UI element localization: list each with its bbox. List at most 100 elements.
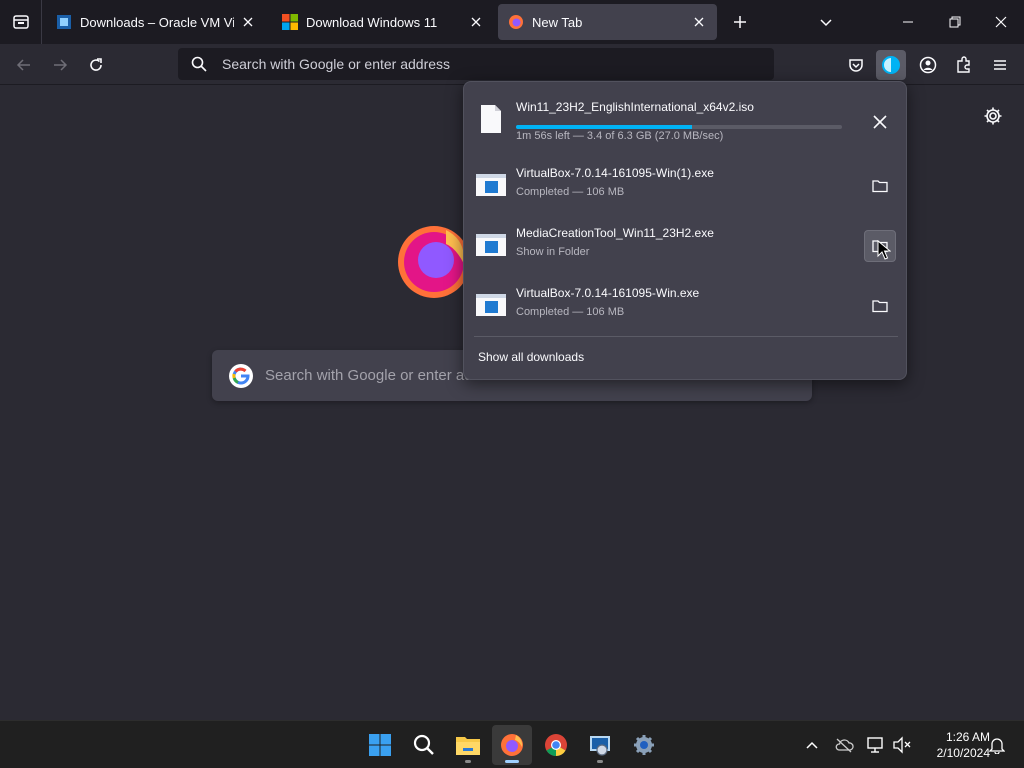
network-icon: [867, 737, 883, 753]
chevron-up-icon: [806, 741, 818, 749]
taskbar-firefox[interactable]: [492, 725, 532, 765]
onedrive-tray-button[interactable]: [832, 733, 856, 757]
file-icon: [481, 105, 501, 133]
settings-icon: [634, 735, 654, 755]
url-input[interactable]: [222, 56, 722, 72]
hamburger-menu-icon: [994, 60, 1006, 70]
firefox-view-button[interactable]: [0, 0, 42, 44]
tab-title: Download Windows 11: [306, 14, 438, 30]
taskbar-search-button[interactable]: [404, 725, 444, 765]
firefox-icon: [509, 15, 523, 29]
close-tab-button[interactable]: [240, 14, 256, 30]
download-item[interactable]: Win11_23H2_EnglishInternational_x64v2.is…: [464, 90, 906, 148]
volume-muted-icon: [893, 736, 911, 754]
taskbar-virtualbox[interactable]: [580, 725, 620, 765]
download-file-icon-wrap: [474, 288, 508, 322]
tab-virtualbox-downloads[interactable]: Downloads – Oracle VM VirtualBox: [46, 4, 266, 40]
download-item[interactable]: MediaCreationTool_Win11_23H2.exe Show in…: [464, 216, 906, 274]
download-status: Completed — 106 MB: [516, 306, 625, 318]
exe-icon: [476, 234, 506, 256]
running-indicator: [597, 760, 603, 763]
download-item[interactable]: VirtualBox-7.0.14-161095-Win.exe Complet…: [464, 276, 906, 334]
close-icon: [995, 16, 1007, 28]
start-button[interactable]: [360, 725, 400, 765]
exe-icon: [476, 294, 506, 316]
volume-tray-button[interactable]: [890, 733, 914, 757]
tab-new-tab[interactable]: New Tab: [498, 4, 717, 40]
virtualbox-icon: [590, 736, 610, 756]
download-progress-icon: [882, 56, 900, 74]
tab-download-windows-11[interactable]: Download Windows 11: [272, 4, 494, 40]
customize-new-tab-button[interactable]: [981, 104, 1005, 128]
exe-icon: [476, 174, 506, 196]
navigation-toolbar: [0, 44, 1024, 85]
back-button[interactable]: [9, 50, 39, 80]
file-explorer-icon: [456, 737, 480, 755]
search-icon: [191, 56, 207, 72]
reload-icon: [90, 58, 102, 71]
extensions-button[interactable]: [949, 50, 979, 80]
list-all-tabs-button[interactable]: [814, 10, 838, 34]
bell-icon: [989, 738, 1005, 754]
show-in-folder-button[interactable]: [864, 170, 896, 202]
search-icon: [413, 734, 434, 755]
download-filename: VirtualBox-7.0.14-161095-Win.exe: [516, 286, 700, 300]
tab-title: New Tab: [532, 14, 583, 30]
address-bar[interactable]: [178, 48, 774, 80]
download-filename: MediaCreationTool_Win11_23H2.exe: [516, 226, 714, 240]
new-tab-button[interactable]: [728, 10, 752, 34]
close-window-button[interactable]: [985, 6, 1017, 38]
reload-button[interactable]: [81, 50, 111, 80]
download-filename: Win11_23H2_EnglishInternational_x64v2.is…: [516, 100, 754, 114]
minimize-button[interactable]: [892, 6, 924, 38]
download-progress-fill: [516, 125, 693, 129]
google-icon: [229, 363, 253, 388]
pocket-icon: [849, 59, 863, 72]
arrow-left-icon: [16, 59, 30, 71]
folder-icon: [872, 300, 888, 313]
download-item[interactable]: VirtualBox-7.0.14-161095-Win(1).exe Comp…: [464, 156, 906, 214]
chrome-icon: [545, 734, 567, 756]
taskbar-clock[interactable]: 1:26 AM 2/10/2024: [918, 729, 990, 761]
download-file-icon-wrap: [474, 228, 508, 262]
taskbar-file-explorer[interactable]: [448, 725, 488, 765]
puzzle-icon: [957, 56, 970, 73]
clock-time: 1:26 AM: [945, 730, 990, 744]
close-tab-button[interactable]: [468, 14, 484, 30]
running-indicator: [465, 760, 471, 763]
restore-button[interactable]: [939, 6, 971, 38]
restore-icon: [949, 16, 961, 28]
show-hidden-icons-button[interactable]: [800, 733, 824, 757]
show-all-downloads-button[interactable]: Show all downloads: [478, 350, 584, 364]
cancel-download-button[interactable]: [864, 106, 896, 138]
microsoft-icon: [282, 14, 298, 30]
firefox-icon: [501, 734, 523, 756]
account-button[interactable]: [913, 50, 943, 80]
running-indicator: [505, 760, 519, 763]
taskbar-chrome[interactable]: [536, 725, 576, 765]
chevron-down-icon: [820, 19, 832, 27]
close-icon: [694, 17, 704, 27]
close-tab-button[interactable]: [691, 14, 707, 30]
firefox-logo: [398, 226, 468, 298]
network-tray-button[interactable]: [864, 733, 888, 757]
notifications-button[interactable]: [985, 733, 1009, 757]
clock-date: 2/10/2024: [936, 746, 990, 760]
account-icon: [919, 56, 937, 74]
divider: [474, 336, 898, 337]
minimize-icon: [903, 21, 913, 23]
forward-button[interactable]: [45, 50, 75, 80]
pocket-button[interactable]: [841, 50, 871, 80]
tab-bar: Downloads – Oracle VM VirtualBox Downloa…: [0, 0, 1024, 44]
downloads-button[interactable]: [876, 50, 906, 80]
close-icon: [873, 115, 887, 129]
folder-icon: [872, 180, 888, 193]
downloads-panel: Win11_23H2_EnglishInternational_x64v2.is…: [463, 81, 907, 380]
start-icon: [369, 734, 391, 756]
plus-icon: [734, 16, 746, 28]
taskbar-settings[interactable]: [624, 725, 664, 765]
menu-button[interactable]: [985, 50, 1015, 80]
download-status: Show in Folder: [516, 246, 590, 258]
cloud-offline-icon: [835, 738, 854, 753]
show-in-folder-button[interactable]: [864, 290, 896, 322]
